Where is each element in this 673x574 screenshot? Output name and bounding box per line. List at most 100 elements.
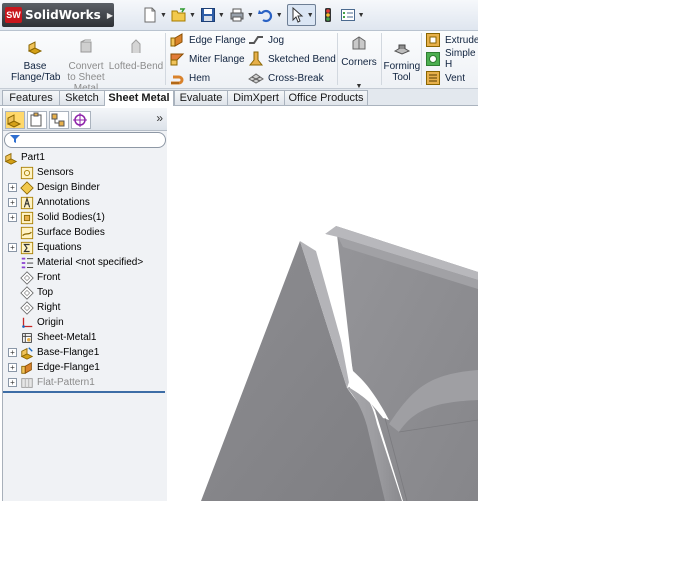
dimxpert-manager-tab[interactable] (71, 111, 91, 129)
tab-features[interactable]: Features (2, 90, 60, 105)
new-document-icon (144, 7, 156, 23)
forming-tool-icon (393, 44, 410, 55)
expand-icon[interactable]: + (8, 363, 17, 372)
solid-bodies-icon (20, 211, 34, 224)
tree-item-right-plane[interactable]: Right (20, 300, 60, 315)
tree-item-label: Part1 (21, 152, 45, 163)
tree-item-design-binder[interactable]: + Design Binder (8, 180, 100, 195)
simple-hole-label: Simple H (445, 48, 476, 70)
tree-item-sensors[interactable]: Sensors (20, 165, 74, 180)
open-button[interactable]: ▼ (171, 5, 196, 25)
quick-access-toolbar: ▼ ▼ ▼ ▼ ▼ ▼ ▼ (142, 4, 369, 26)
ribbon-divider (421, 33, 422, 85)
tab-dimxpert[interactable]: DimXpert (227, 90, 285, 105)
rebuild-button[interactable] (320, 5, 336, 25)
cross-break-button[interactable]: Cross-Break (248, 70, 324, 86)
solidworks-menu-button[interactable]: SW SolidWorks ▶ (2, 3, 114, 27)
tree-item-sheet-metal[interactable]: Sheet-Metal1 (20, 330, 96, 345)
print-button[interactable]: ▼ (229, 5, 254, 25)
corners-icon (352, 36, 366, 50)
convert-to-sheet-metal-button[interactable]: Convert to Sheet Metal (66, 39, 106, 94)
surface-bodies-icon (20, 226, 34, 239)
chevron-down-icon: ▼ (160, 11, 167, 19)
rollback-bar[interactable] (3, 391, 165, 393)
tree-item-surface-bodies[interactable]: Surface Bodies (20, 225, 105, 240)
tree-item-top-plane[interactable]: Top (20, 285, 53, 300)
hem-button[interactable]: Hem (169, 70, 210, 86)
expand-panel-icon[interactable]: » (156, 111, 163, 125)
tree-item-equations[interactable]: + Equations (8, 240, 81, 255)
forming-tool-button[interactable]: Forming Tool (383, 39, 420, 83)
tree-item-edge-flange[interactable]: + Edge-Flange1 (8, 360, 100, 375)
expand-icon[interactable]: + (8, 348, 17, 357)
sketched-bend-button[interactable]: Sketched Bend (248, 51, 336, 67)
extruded-cut-button[interactable]: Extruded (425, 32, 478, 48)
graphics-viewport[interactable] (167, 106, 478, 501)
app-name: SolidWorks (25, 8, 101, 22)
jog-label: Jog (268, 34, 285, 46)
tab-office-products[interactable]: Office Products (284, 90, 368, 105)
expand-icon[interactable]: + (8, 198, 17, 207)
jog-button[interactable]: Jog (248, 32, 284, 48)
corners-label: Corners (341, 57, 377, 68)
expand-icon[interactable]: + (8, 243, 17, 252)
expand-icon[interactable]: + (8, 183, 17, 192)
plane-icon (20, 270, 34, 285)
title-bar: SW SolidWorks ▶ ▼ ▼ ▼ ▼ ▼ ▼ ▼ (0, 0, 478, 31)
new-document-button[interactable]: ▼ (142, 5, 167, 25)
feature-manager-tab[interactable] (5, 111, 25, 129)
tree-item-base-flange[interactable]: + Base-Flange1 (8, 345, 99, 360)
lofted-bend-button[interactable]: Lofted-Bend (108, 39, 164, 72)
open-folder-icon (171, 8, 186, 22)
chevron-down-icon: ▼ (246, 11, 254, 19)
tree-item-material[interactable]: Material <not specified> (20, 255, 143, 270)
tree-item-label: Origin (37, 317, 64, 328)
tree-item-annotations[interactable]: + Annotations (8, 195, 90, 210)
tab-sketch[interactable]: Sketch (59, 90, 105, 105)
select-button[interactable]: ▼ (286, 4, 316, 26)
sheet-metal-icon (22, 332, 32, 343)
tree-item-label: Sensors (37, 167, 74, 178)
miter-flange-icon (170, 53, 185, 66)
tree-item-flat-pattern[interactable]: + Flat-Pattern1 (8, 375, 95, 390)
configuration-manager-tab[interactable] (49, 111, 69, 129)
origin-icon (22, 317, 33, 328)
edge-flange-icon (21, 361, 32, 374)
vent-button[interactable]: Vent (425, 70, 465, 86)
tree-item-front-plane[interactable]: Front (20, 270, 60, 285)
edge-flange-button[interactable]: Edge Flange (169, 32, 246, 48)
corners-button[interactable]: Corners ▼ (339, 35, 379, 92)
tab-evaluate[interactable]: Evaluate (174, 90, 228, 105)
miter-flange-button[interactable]: Miter Flange (169, 51, 245, 67)
tree-item-label: Equations (37, 242, 82, 253)
base-flange-icon (27, 41, 43, 55)
lofted-bend-icon (131, 39, 141, 53)
filter-icon (10, 135, 20, 143)
simple-hole-button[interactable]: Simple H (425, 48, 478, 70)
part-icon (4, 152, 18, 165)
traffic-light-icon (324, 8, 331, 22)
tree-item-label: Top (37, 287, 54, 298)
tree-item-label: Front (37, 272, 61, 283)
tree-item-label: Sheet-Metal1 (37, 332, 97, 343)
expand-icon[interactable]: + (8, 213, 17, 222)
tree-root-part[interactable]: Part1 (4, 150, 45, 165)
sensor-icon (20, 166, 34, 179)
tree-item-origin[interactable]: Origin (20, 315, 64, 330)
chevron-down-icon: ▼ (217, 11, 225, 19)
property-manager-tab[interactable] (27, 111, 47, 129)
command-manager-tabs: Features Sketch Sheet Metal Evaluate Dim… (0, 89, 478, 106)
tab-sheet-metal[interactable]: Sheet Metal (104, 90, 174, 106)
base-flange-button[interactable]: Base Flange/Tab (4, 39, 66, 83)
solidworks-logo-icon: SW (5, 7, 22, 23)
expand-icon[interactable]: + (8, 378, 17, 387)
chevron-down-icon: ▼ (188, 11, 196, 19)
tree-item-solid-bodies[interactable]: + Solid Bodies(1) (8, 210, 105, 225)
options-button[interactable]: ▼ (340, 5, 365, 25)
sketched-bend-icon (248, 51, 264, 66)
undo-button[interactable]: ▼ (257, 5, 283, 25)
feature-filter-input[interactable] (4, 132, 166, 148)
save-button[interactable]: ▼ (200, 5, 225, 25)
design-binder-icon (20, 180, 34, 195)
forming-tool-label: Forming Tool (383, 61, 421, 83)
